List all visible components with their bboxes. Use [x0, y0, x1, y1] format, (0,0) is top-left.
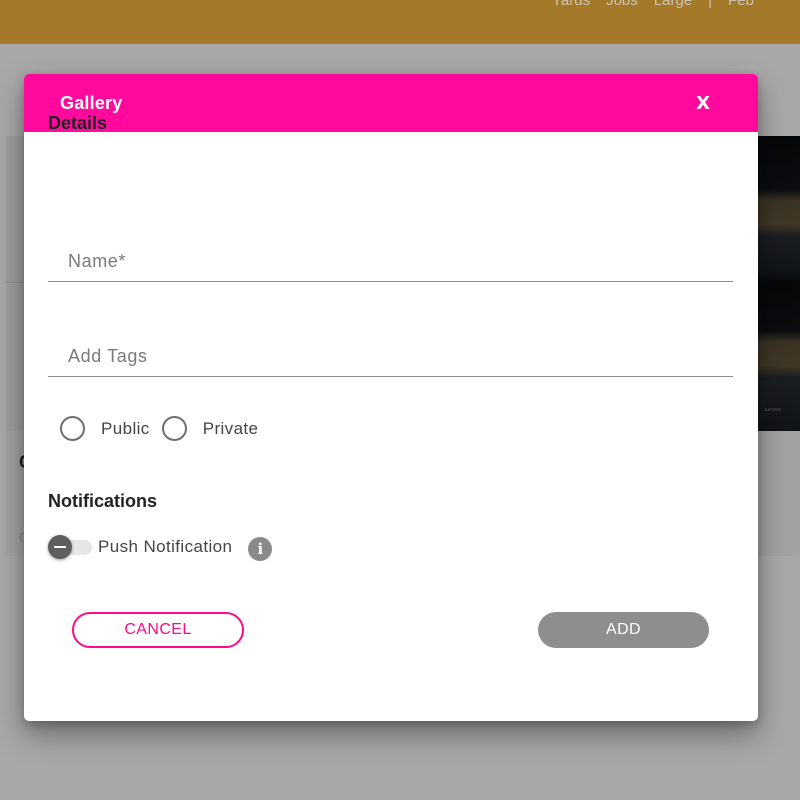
toggle-knob[interactable]	[48, 534, 72, 559]
push-notification-label: Push Notification	[98, 536, 233, 556]
close-icon[interactable]: X	[696, 93, 710, 114]
visibility-radio-group: Public Private	[60, 416, 270, 441]
private-radio-label[interactable]: Private	[203, 419, 259, 439]
details-heading: Details	[48, 113, 108, 133]
notifications-heading: Notifications	[48, 491, 158, 511]
push-notification-row: Push Notification i	[48, 532, 273, 561]
dialog-header: Gallery X	[24, 74, 758, 132]
public-radio-label[interactable]: Public	[101, 419, 150, 439]
tags-input[interactable]	[48, 337, 733, 377]
cancel-button[interactable]: CANCEL	[72, 612, 244, 648]
add-button[interactable]: ADD	[538, 612, 709, 648]
gallery-dialog: Gallery X Details Public Private Notific…	[24, 74, 758, 721]
dialog-title: Gallery	[60, 92, 123, 113]
push-notification-toggle[interactable]	[48, 534, 94, 559]
info-icon[interactable]: i	[248, 537, 273, 561]
private-radio[interactable]	[161, 416, 187, 441]
public-radio[interactable]	[60, 416, 85, 441]
name-input[interactable]	[48, 242, 733, 282]
